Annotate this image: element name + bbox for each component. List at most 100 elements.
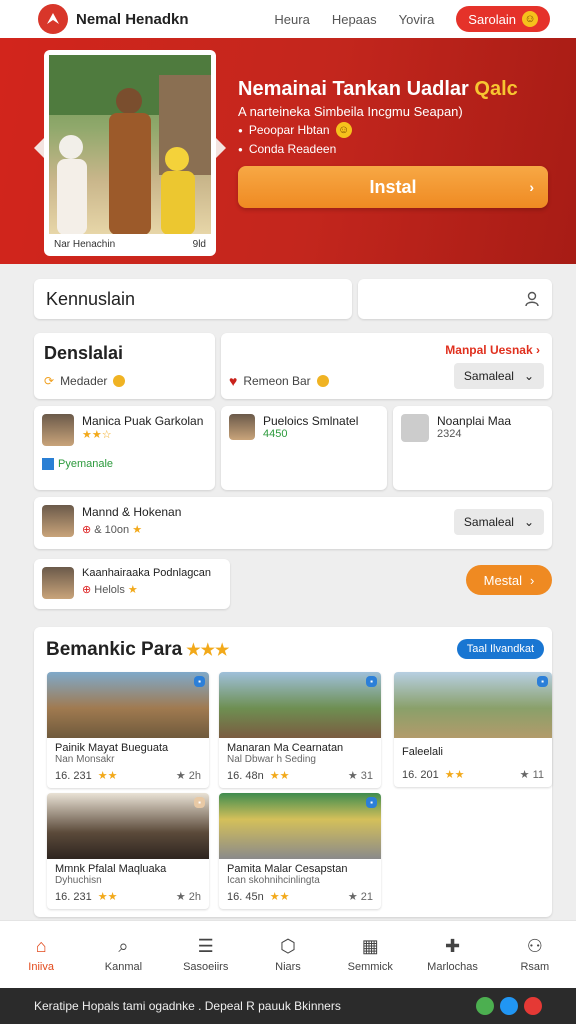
carousel-prev-icon[interactable] xyxy=(34,138,44,158)
content-tile[interactable]: ▪ Pamita Malar Cesapstan Ican skohnihcin… xyxy=(219,793,381,909)
social-icon-3[interactable] xyxy=(524,997,542,1015)
search-icon: ⌕ xyxy=(118,936,129,956)
section-card-1: Denslalai ⟳ Medader xyxy=(34,333,215,399)
avatar xyxy=(42,567,74,599)
sort-select[interactable]: Samaleal ⌄ xyxy=(453,363,544,389)
logo-icon[interactable] xyxy=(38,4,68,34)
signin-label: Sarolain xyxy=(468,11,516,27)
signin-button[interactable]: Sarolain ☺ xyxy=(456,6,550,32)
grid-icon: ▦ xyxy=(361,936,379,956)
avatar xyxy=(42,505,74,537)
install-button[interactable]: Instal › xyxy=(238,166,548,208)
rating-stars: ★★☆ xyxy=(82,429,112,441)
row-name: Kaanhairaaka Podnlagcan xyxy=(82,567,212,579)
refresh-icon: ⟳ xyxy=(44,374,55,388)
section-card-2: Manpal Uesnak › ♥ Remeon Bar Samaleal ⌄ xyxy=(221,333,552,399)
tile-title: Faleelali xyxy=(402,746,443,758)
box-icon: ⬡ xyxy=(280,936,296,956)
row-select[interactable]: Samaleal ⌄ xyxy=(453,509,544,535)
tile-count: 16. 45n xyxy=(227,890,264,903)
chevron-down-icon: ⌄ xyxy=(523,369,534,383)
tile-image: ▪ xyxy=(47,793,209,859)
heart-icon: ♥ xyxy=(229,373,238,389)
tile-badge: ▪ xyxy=(366,797,377,808)
hero-bullet-1: Peoopar Hbtan ☺ xyxy=(238,122,352,138)
sort-select-value: Samaleal xyxy=(463,369,514,383)
nav-home-label: Iniiva xyxy=(28,961,54,973)
list-row-2[interactable]: Kaanhairaaka Podnlagcan ⊕ Helols ★ xyxy=(34,559,230,609)
hero-banner: Nar Henachin 9ld Nemainai Tankan Uadlar … xyxy=(0,38,576,264)
content-tile[interactable]: ▪ Manaran Ma Cearnatan Nal Dbwar h Sedin… xyxy=(219,672,381,788)
nav-profile[interactable]: ⚇ Rsam xyxy=(494,921,576,988)
nav-link-1[interactable]: Heura xyxy=(274,12,309,27)
person-name: Manica Puak Garkolan xyxy=(82,414,204,428)
person-card-3[interactable]: Noanplai Maa 2324 xyxy=(393,406,552,490)
coin-icon xyxy=(316,375,329,387)
nav-link-2[interactable]: Hepaas xyxy=(332,12,377,27)
view-all-button[interactable]: Taal Ilvandkat xyxy=(456,639,544,659)
social-icons xyxy=(470,997,542,1015)
photo-caption-left: Nar Henachin xyxy=(54,239,116,250)
page-title: Kennuslain xyxy=(46,289,136,309)
content-tile[interactable]: ▪ Mmnk Pfalal Maqluaka Dyhuchisn 16. 231… xyxy=(47,793,209,909)
rating-stars: ★★ xyxy=(269,891,290,903)
star-icon: ★ xyxy=(132,524,143,536)
nav-home[interactable]: ⌂ Iniiva xyxy=(0,921,82,988)
tile-time: ★ 2h xyxy=(175,770,201,782)
coin-icon xyxy=(113,375,126,387)
row-select-value: Samaleal xyxy=(463,515,514,529)
tile-time: ★ 31 xyxy=(347,770,373,782)
person-name: Noanplai Maa xyxy=(437,414,512,428)
tile-time: ★ 2h xyxy=(175,891,201,903)
nav-grid-label: Semmick xyxy=(347,961,393,973)
footer-text: Keratipe Hopals tami ogadnke . Depeal R … xyxy=(34,999,341,1013)
social-icon-2[interactable] xyxy=(500,997,518,1015)
hero-title-main: Nemainai Tankan Uadlar xyxy=(238,78,469,100)
tile-time: ★ 21 xyxy=(347,891,373,903)
tile-count: 16. 201 xyxy=(402,768,439,781)
rating-stars: ★★★ xyxy=(186,642,230,659)
nav-search-label: Kanmal xyxy=(104,961,143,973)
nav-link-3[interactable]: Yovira xyxy=(399,12,435,27)
tile-title: Pamita Malar Cesapstan xyxy=(227,863,348,875)
chevron-down-icon: ⌄ xyxy=(523,515,534,529)
chevron-right-icon: › xyxy=(529,572,535,588)
section-heading-label: Bemankic Para xyxy=(46,639,183,660)
list-row-1[interactable]: Mannd & Hokenan ⊕ & 10on ★ Samaleal ⌄ xyxy=(34,497,552,549)
tile-badge: ▪ xyxy=(537,676,548,687)
tile-image: ▪ xyxy=(394,672,552,738)
install-small-button[interactable]: Mestal › xyxy=(466,565,552,595)
nav-search[interactable]: ⌕ Kanmal xyxy=(82,921,164,988)
nav-list-label: Sasoeiirs xyxy=(183,961,229,973)
chart-icon xyxy=(42,458,54,470)
tile-time-label: 31 xyxy=(360,770,373,782)
hero-title: Nemainai Tankan Uadlar Qalc xyxy=(238,78,518,101)
section-item[interactable]: ⟳ Medader xyxy=(44,374,205,388)
content-tile[interactable]: ▪ Painik Mayat Bueguata Nan Monsakr 16. … xyxy=(47,672,209,788)
avatar xyxy=(401,414,429,442)
nav-profile-label: Rsam xyxy=(520,961,550,973)
user-icon[interactable] xyxy=(524,291,540,307)
social-icon-1[interactable] xyxy=(476,997,494,1015)
tile-image: ▪ xyxy=(47,672,209,738)
nav-plus[interactable]: ✚ Marlochas xyxy=(411,921,493,988)
nav-plus-label: Marlochas xyxy=(427,961,478,973)
content-tile[interactable]: ▪ Faleelali 16. 201 ★★ ★ 11 xyxy=(394,672,552,787)
plus-icon: ⊕ xyxy=(82,584,92,596)
person-card-1[interactable]: Manica Puak Garkolan ★★☆ Pyemanale xyxy=(34,406,215,490)
search-input[interactable] xyxy=(358,279,552,319)
chevron-right-icon: › xyxy=(529,179,534,195)
nav-list[interactable]: ☰ Sasoeiirs xyxy=(165,921,247,988)
manage-link[interactable]: Manpal Uesnak › xyxy=(445,343,540,357)
footer-bar: Keratipe Hopals tami ogadnke . Depeal R … xyxy=(0,988,576,1024)
nav-box[interactable]: ⬡ Niars xyxy=(247,921,329,988)
row-sub: ⊕ Helols ★ xyxy=(82,583,211,596)
section-title: Denslalai xyxy=(44,343,124,363)
rating-stars: ★★ xyxy=(269,770,290,782)
list-icon: ☰ xyxy=(197,936,214,956)
person-card-2[interactable]: Pueloics Smlnatel 4450 xyxy=(221,406,387,490)
nav-grid[interactable]: ▦ Semmick xyxy=(329,921,411,988)
tile-title: Painik Mayat Bueguata xyxy=(55,742,169,754)
tile-subtitle: Nan Monsakr xyxy=(55,754,115,765)
carousel-next-icon[interactable] xyxy=(216,138,226,158)
